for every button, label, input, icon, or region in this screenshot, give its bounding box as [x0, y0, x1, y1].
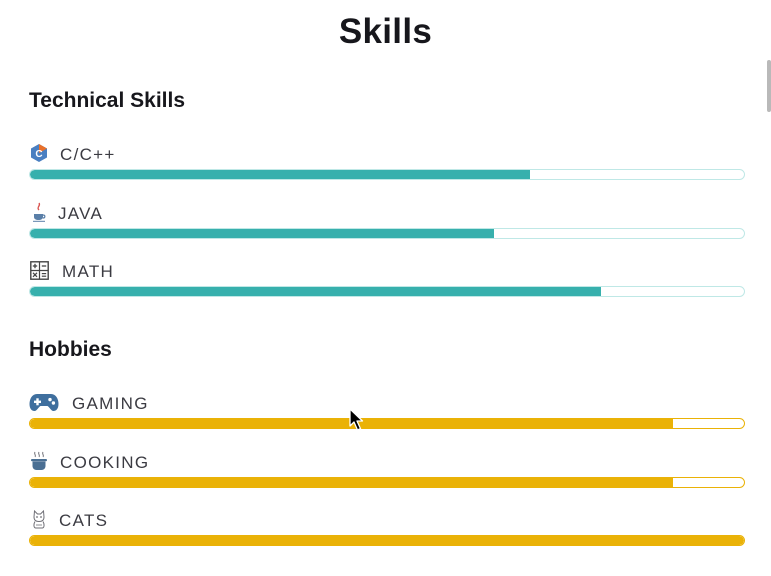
- skill-progress-fill: [30, 287, 602, 296]
- skill-label: C/C++: [60, 145, 116, 164]
- cat-icon: [29, 509, 49, 529]
- page-title: Skills: [338, 12, 433, 51]
- cooking-pot-icon: [29, 451, 49, 471]
- mouse-cursor-icon: [349, 408, 365, 437]
- skill-progress-fill: [30, 478, 673, 487]
- calculator-icon: [29, 260, 49, 280]
- java-icon: [29, 202, 49, 222]
- skill-label: GAMING: [72, 394, 149, 413]
- c-language-icon: C: [29, 143, 49, 163]
- skill-progress-bar: [29, 169, 745, 180]
- gamepad-icon: [29, 392, 59, 412]
- scrollbar-thumb[interactable]: [767, 60, 771, 112]
- skill-progress-bar: [29, 535, 745, 546]
- skill-row-math: MATH: [29, 260, 745, 304]
- skill-row-c-cpp: C C/C++: [29, 143, 745, 187]
- skill-label: JAVA: [58, 204, 104, 223]
- skill-progress-fill: [30, 536, 744, 545]
- skill-progress-fill: [30, 229, 495, 238]
- skill-progress-fill: [30, 170, 530, 179]
- hobbies-heading: Hobbies: [29, 338, 112, 361]
- svg-text:C: C: [35, 149, 42, 160]
- technical-skills-heading: Technical Skills: [29, 89, 186, 112]
- skill-row-gaming: GAMING: [29, 392, 745, 436]
- skill-row-cats: CATS: [29, 509, 745, 553]
- skill-progress-bar: [29, 228, 745, 239]
- skill-progress-bar: [29, 418, 745, 429]
- skill-row-java: JAVA: [29, 202, 745, 246]
- skill-label: COOKING: [60, 453, 150, 472]
- skill-label: CATS: [59, 511, 109, 530]
- skill-row-cooking: COOKING: [29, 451, 745, 495]
- skill-label: MATH: [62, 262, 115, 281]
- skill-progress-bar: [29, 286, 745, 297]
- skill-progress-bar: [29, 477, 745, 488]
